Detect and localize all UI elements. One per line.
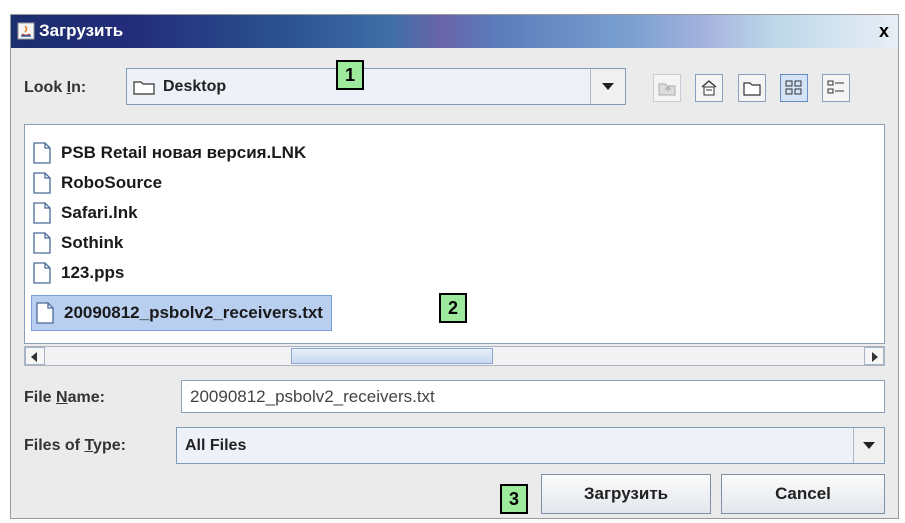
title-bar[interactable]: Загрузить x bbox=[11, 15, 898, 48]
file-icon bbox=[33, 202, 51, 224]
list-item[interactable]: 123.pps bbox=[33, 259, 124, 287]
file-name: Safari.lnk bbox=[61, 203, 138, 222]
annotation-marker-2: 2 bbox=[439, 293, 467, 323]
details-view-icon bbox=[827, 80, 844, 94]
list-item[interactable]: PSB Retail новая версия.LNK bbox=[33, 139, 306, 167]
up-folder-button[interactable] bbox=[653, 74, 681, 102]
scroll-right-button[interactable] bbox=[864, 347, 884, 365]
file-name-label: File Name: bbox=[24, 389, 105, 406]
list-item[interactable]: RoboSource bbox=[33, 169, 162, 197]
lookin-label: Look In: bbox=[24, 79, 87, 96]
annotation-marker-3: 3 bbox=[500, 484, 528, 514]
file-name-input[interactable] bbox=[182, 381, 884, 412]
file-icon bbox=[33, 172, 51, 194]
file-name: 123.pps bbox=[61, 263, 125, 282]
scroll-left-button[interactable] bbox=[25, 347, 45, 365]
home-button[interactable] bbox=[695, 74, 723, 102]
file-name: PSB Retail новая версия.LNK bbox=[61, 143, 307, 162]
new-folder-icon bbox=[743, 82, 761, 96]
home-icon bbox=[701, 80, 717, 96]
file-icon bbox=[36, 302, 54, 324]
cancel-button[interactable]: Cancel bbox=[721, 474, 885, 514]
open-button[interactable]: Загрузить bbox=[541, 474, 711, 514]
file-type-value: All Files bbox=[185, 437, 247, 454]
file-type-combo[interactable]: All Files bbox=[176, 427, 885, 464]
list-item[interactable]: Safari.lnk bbox=[33, 199, 138, 227]
file-type-dropdown-button[interactable] bbox=[853, 428, 884, 463]
chevron-down-icon bbox=[863, 442, 875, 449]
file-name: Sothink bbox=[61, 233, 124, 252]
scrollbar-thumb[interactable] bbox=[291, 348, 493, 364]
lookin-value: Desktop bbox=[163, 78, 227, 95]
chevron-down-icon bbox=[602, 83, 614, 90]
arrow-left-icon bbox=[31, 352, 37, 362]
file-name: RoboSource bbox=[61, 173, 163, 192]
file-type-label: Files of Type: bbox=[24, 437, 126, 454]
window-title: Загрузить bbox=[39, 21, 124, 40]
close-button[interactable]: x bbox=[874, 21, 894, 41]
file-icon bbox=[33, 142, 51, 164]
file-icon bbox=[33, 232, 51, 254]
java-icon bbox=[17, 22, 35, 40]
lookin-dropdown-button[interactable] bbox=[590, 69, 625, 104]
list-view-button[interactable] bbox=[780, 74, 808, 102]
list-item-selected[interactable]: 20090812_psbolv2_receivers.txt bbox=[31, 295, 332, 331]
new-folder-button[interactable] bbox=[738, 74, 766, 102]
folder-icon bbox=[133, 81, 155, 95]
file-icon bbox=[33, 262, 51, 284]
list-item[interactable]: Sothink bbox=[33, 229, 123, 257]
list-view-icon bbox=[785, 80, 802, 95]
arrow-right-icon bbox=[872, 352, 878, 362]
lookin-combo[interactable]: Desktop bbox=[126, 68, 626, 105]
file-name: 20090812_psbolv2_receivers.txt bbox=[64, 303, 323, 322]
annotation-marker-1: 1 bbox=[336, 60, 364, 90]
up-folder-icon bbox=[658, 83, 676, 96]
file-name-field[interactable] bbox=[181, 380, 885, 413]
details-view-button[interactable] bbox=[822, 74, 850, 102]
horizontal-scrollbar[interactable] bbox=[24, 346, 885, 366]
